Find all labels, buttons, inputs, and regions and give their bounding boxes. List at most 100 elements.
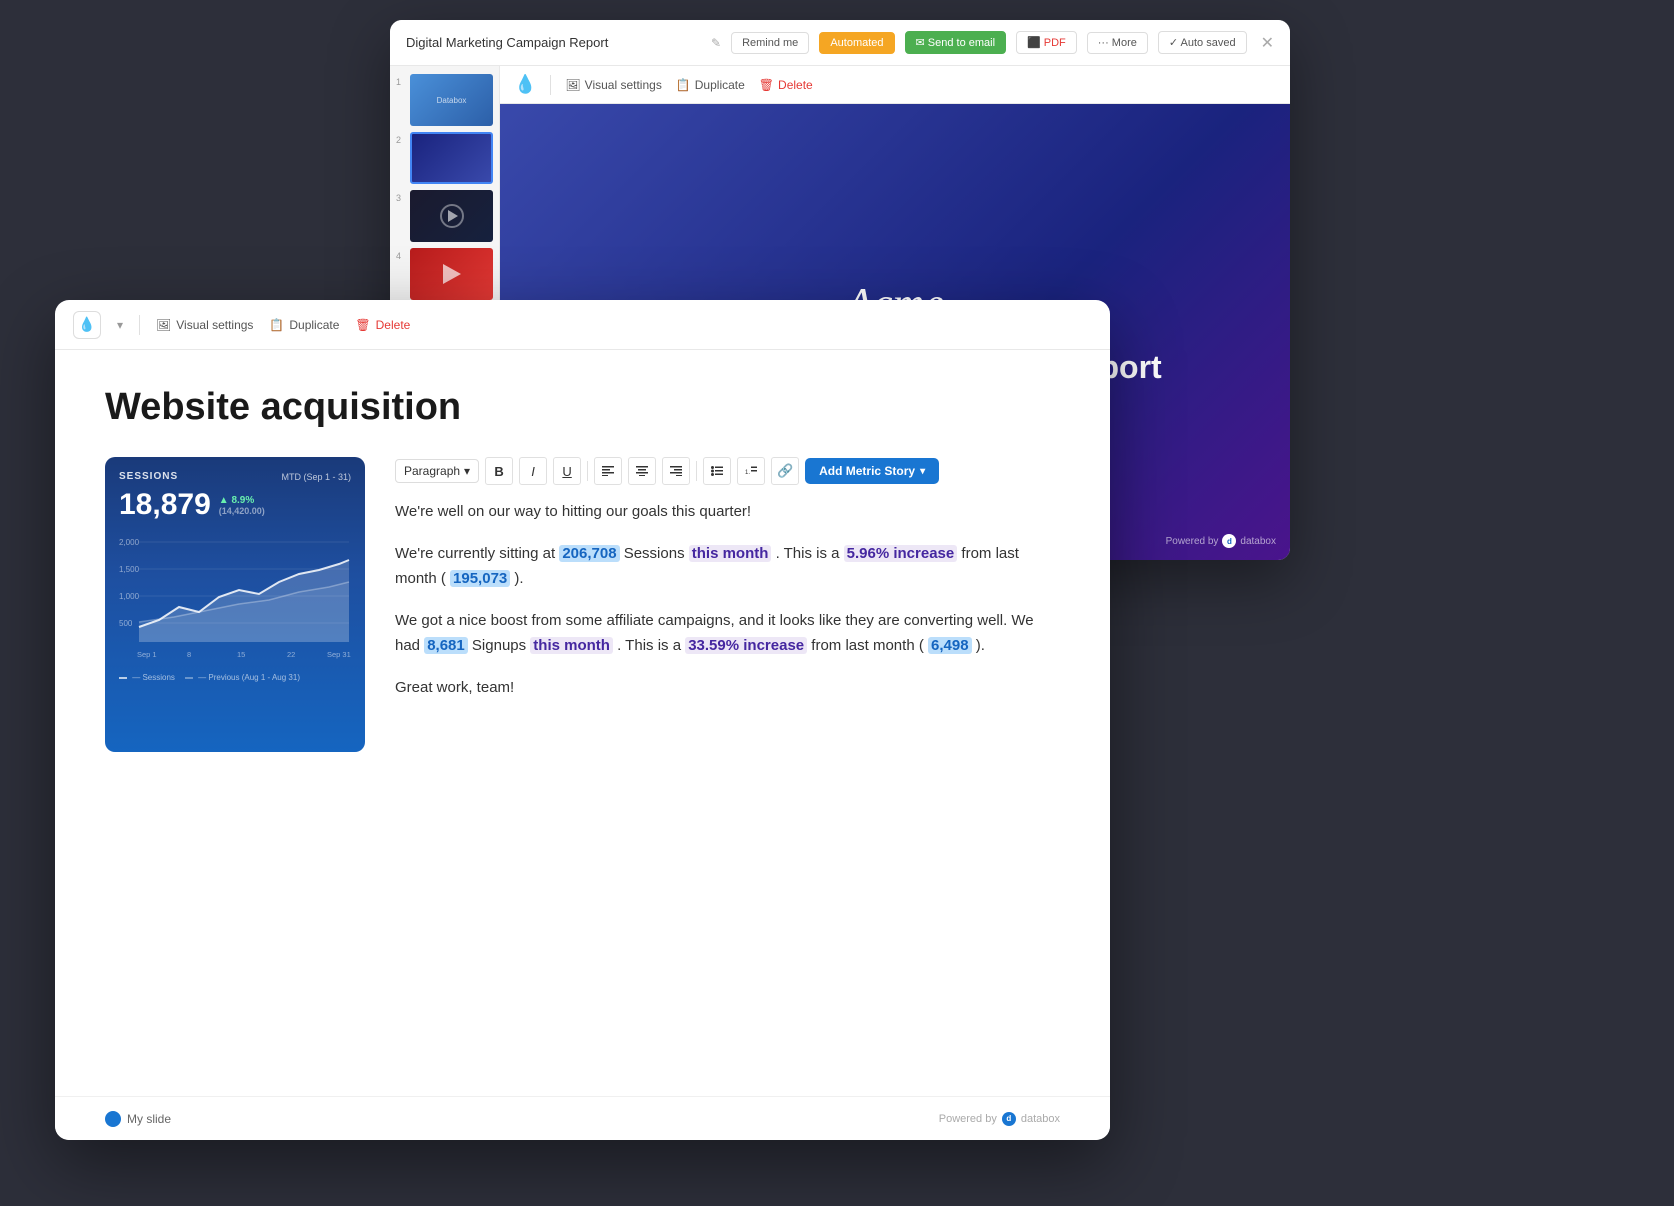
duplicate-item[interactable]: 📋 Duplicate [269,318,339,332]
slide-number-3: 3 [396,193,406,203]
add-metric-chevron-icon: ▾ [920,466,925,477]
slide-item-2[interactable]: 2 [396,132,493,184]
italic-button[interactable]: I [519,457,547,485]
chart-svg-area: 2,000 1,500 1,000 500 Sep 1 8 15 [119,532,351,667]
align-right-button[interactable] [662,457,690,485]
my-slide-label: My slide [105,1111,171,1127]
editor-toolbar: Paragraph ▾ B I U [395,457,1060,485]
paragraph-select[interactable]: Paragraph ▾ [395,459,479,483]
auto-saved-button: ✓ Auto saved [1158,31,1247,54]
delete-icon: 🗑 [355,318,370,332]
list-ul-button[interactable] [703,457,731,485]
slide-item-4[interactable]: 4 [396,248,493,300]
slide-item-1[interactable]: 1 Databox [396,74,493,126]
bold-button[interactable]: B [485,457,513,485]
chart-header: SESSIONS MTD (Sep 1 - 31) [119,471,351,482]
pdf-button[interactable]: ⬛ PDF [1016,31,1077,54]
sessions-value-highlight: 206,708 [559,545,619,562]
chart-legend: — Sessions — Previous (Aug 1 - Aug 31) [119,673,351,682]
slide-thumbnail-3 [410,190,493,242]
slide-number-1: 1 [396,77,406,87]
toolbar-separator [550,75,551,95]
toolbar-divider-2 [696,461,697,481]
slide-heading: Website acquisition [105,386,1060,429]
delete-icon-bg: 🗑 [759,78,774,92]
svg-text:15: 15 [237,650,245,659]
svg-text:1,500: 1,500 [119,565,140,574]
svg-text:1,000: 1,000 [119,592,140,601]
legend-dot-previous [185,677,193,679]
prev-sessions-highlight: 195,073 [450,570,510,587]
link-button[interactable]: 🔗 [771,457,799,485]
sessions-value: 18,879 ▲ 8.9% (14,420.00) [119,488,351,522]
svg-text:2,000: 2,000 [119,538,140,547]
prev-signups-highlight: 6,498 [928,637,972,654]
powered-by-bg: Powered by d databox [1166,534,1276,548]
slide-number-2: 2 [396,135,406,145]
list-ol-button[interactable]: 1.2. [737,457,765,485]
content-grid: SESSIONS MTD (Sep 1 - 31) 18,879 ▲ 8.9% … [105,457,1060,752]
preview-toolbar: 💧 🖼 Visual settings 📋 Duplicate 🗑 Delete [500,66,1290,104]
main-footer: My slide Powered by d databox [55,1096,1110,1140]
pdf-icon: ⬛ [1027,36,1041,49]
close-button[interactable]: ✕ [1261,33,1274,53]
sessions-label: SESSIONS [119,471,178,482]
legend-sessions: — Sessions [119,673,175,682]
align-left-button[interactable] [594,457,622,485]
more-button[interactable]: ··· More [1087,32,1148,54]
delete-bg[interactable]: 🗑 Delete [759,78,813,92]
svg-text:Sep 1: Sep 1 [137,650,157,659]
duplicate-icon: 📋 [269,318,284,332]
add-metric-story-button[interactable]: Add Metric Story ▾ [805,458,939,484]
mtd-label: MTD (Sep 1 - 31) [281,472,351,482]
visual-settings-item[interactable]: 🖼 Visual settings [156,318,253,332]
my-slide-icon [105,1111,121,1127]
visual-settings-bg[interactable]: 🖼 Visual settings [565,78,661,92]
change-badge: ▲ 8.9% (14,420.00) [219,495,265,516]
underline-button[interactable]: U [553,457,581,485]
paragraph-chevron-icon: ▾ [464,464,470,478]
align-center-button[interactable] [628,457,656,485]
slide-thumbnail-2 [410,132,493,184]
this-month-highlight-2: this month [530,637,613,654]
automated-button[interactable]: Automated [819,32,894,54]
check-icon: ✓ [1169,37,1178,49]
dropdown-arrow-icon[interactable]: ▾ [117,318,123,332]
visual-settings-icon: 🖼 [156,318,171,332]
main-panel: 💧 ▾ 🖼 Visual settings 📋 Duplicate 🗑 Dele… [55,300,1110,1140]
water-drop-icon[interactable]: 💧 [73,311,101,339]
main-toolbar: 💧 ▾ 🖼 Visual settings 📋 Duplicate 🗑 Dele… [55,300,1110,350]
report-title-bar: Digital Marketing Campaign Report ✎ Remi… [390,20,1290,66]
story-paragraph-4: Great work, team! [395,675,1060,701]
slide-thumbnail-1: Databox [410,74,493,126]
signups-increase-highlight: 33.59% increase [685,637,807,654]
svg-text:22: 22 [287,650,295,659]
remind-me-button[interactable]: Remind me [731,32,809,54]
send-icon: ✉ [916,37,925,49]
sessions-chart-svg: 2,000 1,500 1,000 500 Sep 1 8 15 [119,532,351,662]
svg-text:Sep 31: Sep 31 [327,650,351,659]
slide-number-4: 4 [396,251,406,261]
visual-settings-icon-bg: 🖼 [565,78,580,92]
story-text: We're well on our way to hitting our goa… [395,499,1060,700]
slide-item-3[interactable]: 3 [396,190,493,242]
sessions-chart-widget: SESSIONS MTD (Sep 1 - 31) 18,879 ▲ 8.9% … [105,457,365,752]
text-content: Paragraph ▾ B I U [395,457,1060,752]
toolbar-divider-1 [587,461,588,481]
send-to-email-button[interactable]: ✉ Send to email [905,31,1007,54]
edit-icon: ✎ [711,36,721,50]
report-title: Digital Marketing Campaign Report [406,35,701,50]
delete-item[interactable]: 🗑 Delete [355,318,410,332]
story-paragraph-3: We got a nice boost from some affiliate … [395,608,1060,659]
databox-logo-bg: d [1222,534,1236,548]
svg-text:8: 8 [187,650,191,659]
drop-icon[interactable]: 💧 [514,74,536,95]
legend-dot-sessions [119,677,127,679]
story-paragraph-2: We're currently sitting at 206,708 Sessi… [395,541,1060,592]
svg-text:500: 500 [119,619,133,628]
signups-value-highlight: 8,681 [424,637,468,654]
main-content: Website acquisition SESSIONS MTD (Sep 1 … [55,350,1110,1140]
story-paragraph-1: We're well on our way to hitting our goa… [395,499,1060,525]
duplicate-bg[interactable]: 📋 Duplicate [676,78,745,92]
toolbar-sep-1 [139,315,140,335]
